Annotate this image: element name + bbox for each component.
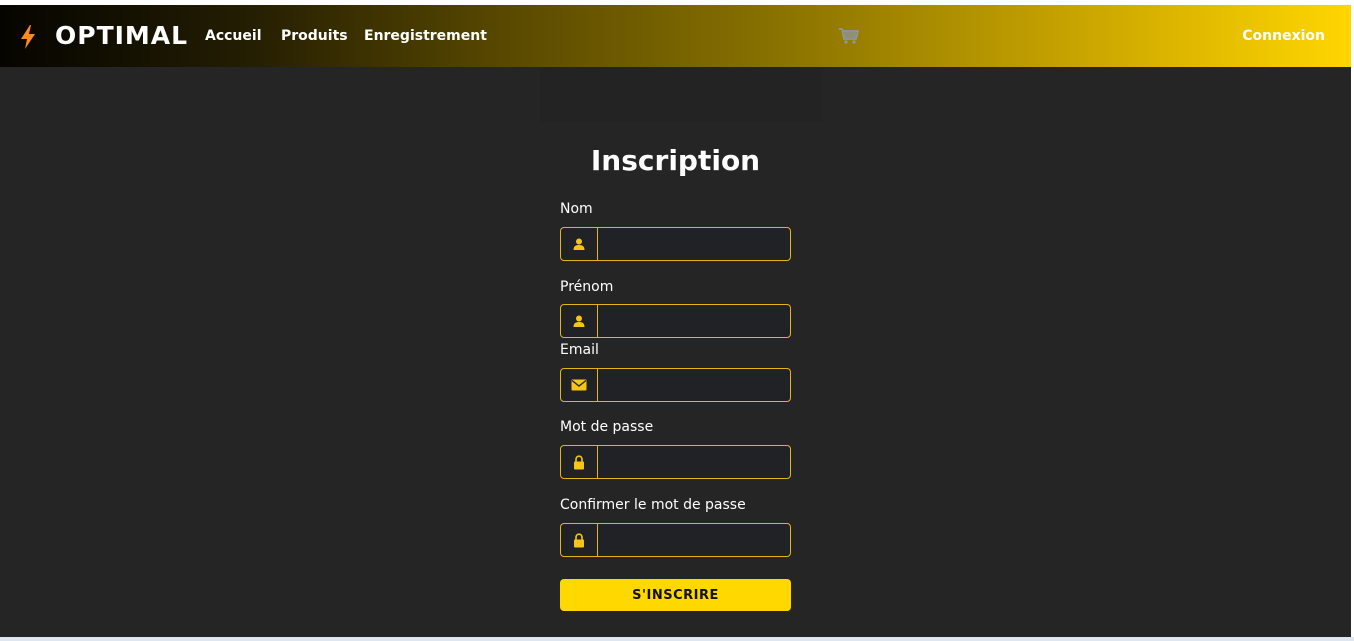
confirm-password-input[interactable] — [599, 524, 787, 556]
nav-link-accueil[interactable]: Accueil — [205, 27, 262, 45]
user-icon — [561, 305, 598, 337]
lock-icon — [561, 446, 598, 478]
lightning-bolt-icon[interactable] — [18, 24, 38, 50]
password-label: Mot de passe — [560, 419, 654, 435]
shopping-cart-icon[interactable] — [838, 27, 860, 45]
nom-label: Nom — [560, 201, 593, 217]
nav-link-produits[interactable]: Produits — [281, 27, 348, 45]
nom-input[interactable] — [599, 228, 787, 260]
login-link[interactable]: Connexion — [1242, 27, 1325, 45]
email-input[interactable] — [599, 369, 787, 401]
lock-icon — [561, 524, 598, 556]
navbar: OPTIMAL Accueil Produits Enregistrement … — [0, 5, 1351, 67]
nom-field-group — [560, 227, 791, 261]
email-field-group — [560, 368, 791, 402]
page: OPTIMAL Accueil Produits Enregistrement … — [0, 0, 1351, 637]
confirm-password-label: Confirmer le mot de passe — [560, 497, 746, 513]
form-title: Inscription — [590, 144, 761, 177]
nav-link-enregistrement[interactable]: Enregistrement — [364, 27, 487, 45]
prenom-label: Prénom — [560, 279, 614, 295]
register-button[interactable]: S'INSCRIRE — [560, 579, 791, 611]
confirm-password-field-group — [560, 523, 791, 557]
envelope-icon — [561, 369, 598, 401]
email-label: Email — [560, 342, 599, 358]
password-input[interactable] — [599, 446, 787, 478]
prenom-field-group — [560, 304, 791, 338]
prenom-input[interactable] — [599, 305, 787, 337]
window-bottom-edge — [0, 637, 1354, 641]
password-field-group — [560, 445, 791, 479]
header-shadow-panel — [540, 67, 823, 122]
user-icon — [561, 228, 598, 260]
brand-logo-text[interactable]: OPTIMAL — [55, 21, 188, 51]
